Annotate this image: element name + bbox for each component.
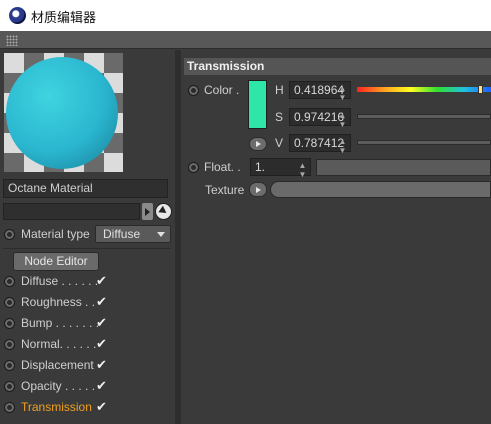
channel-row-roughness[interactable]: Roughness . . ✔ bbox=[0, 293, 175, 314]
channel-label[interactable]: Diffuse . . . . . . bbox=[21, 274, 98, 288]
divider bbox=[3, 248, 171, 249]
chevron-right-icon[interactable] bbox=[142, 203, 153, 220]
grip-dots-icon[interactable] bbox=[6, 35, 18, 46]
material-type-select[interactable]: Diffuse bbox=[95, 225, 171, 243]
channel-row-displacement[interactable]: Displacement ✔ bbox=[0, 356, 175, 377]
channel-label[interactable]: Opacity . . . . . bbox=[21, 379, 95, 393]
channel-row-normal[interactable]: Normal. . . . . . ✔ bbox=[0, 335, 175, 356]
arrow-cursor-icon[interactable] bbox=[155, 203, 172, 220]
channel-radio[interactable] bbox=[4, 381, 15, 392]
material-type-value: Diffuse bbox=[103, 227, 141, 241]
checkmark-icon[interactable]: ✔ bbox=[96, 273, 107, 289]
channel-radio[interactable] bbox=[4, 297, 15, 308]
checkmark-icon[interactable]: ✔ bbox=[96, 294, 107, 310]
saturation-label: S bbox=[275, 110, 284, 124]
checkmark-icon[interactable]: ✔ bbox=[96, 336, 107, 352]
cinema4d-logo-icon bbox=[9, 7, 26, 24]
attributes-panel bbox=[181, 50, 491, 424]
texture-arrow-icon[interactable] bbox=[249, 182, 267, 197]
channel-row-transmission[interactable]: Transmission ✔ bbox=[0, 398, 175, 419]
material-name-field[interactable]: Octane Material bbox=[3, 179, 168, 198]
channel-label[interactable]: Bump . . . . . . . bbox=[21, 316, 99, 330]
spinner-icon[interactable]: ▲▼ bbox=[338, 84, 347, 102]
channel-radio[interactable] bbox=[4, 318, 15, 329]
material-type-label: Material type bbox=[21, 227, 90, 241]
checkmark-icon[interactable]: ✔ bbox=[96, 378, 107, 394]
saturation-value: 0.974216 bbox=[294, 110, 345, 124]
hue-label: H bbox=[275, 83, 284, 97]
channel-radio[interactable] bbox=[4, 339, 15, 350]
spinner-icon[interactable]: ▲▼ bbox=[298, 161, 307, 179]
color-swatch[interactable] bbox=[248, 80, 267, 129]
float-field[interactable]: 1. ▲▼ bbox=[250, 158, 311, 179]
hue-value: 0.418964 bbox=[294, 83, 345, 97]
hue-field[interactable]: 0.418964 ▲▼ bbox=[289, 81, 351, 102]
channel-label-active[interactable]: Transmission bbox=[21, 400, 92, 414]
checkmark-icon[interactable]: ✔ bbox=[96, 399, 107, 415]
color-label: Color . bbox=[204, 83, 240, 97]
value-label: V bbox=[275, 136, 284, 150]
float-radio[interactable] bbox=[188, 162, 199, 173]
channel-row-opacity[interactable]: Opacity . . . . . ✔ bbox=[0, 377, 175, 398]
hue-slider[interactable] bbox=[357, 87, 491, 92]
spinner-icon[interactable]: ▲▼ bbox=[338, 111, 347, 129]
color-radio[interactable] bbox=[188, 85, 199, 96]
material-preview-sphere bbox=[6, 57, 118, 169]
channel-row-diffuse[interactable]: Diffuse . . . . . . ✔ bbox=[0, 272, 175, 293]
channel-label[interactable]: Normal. . . . . . bbox=[21, 337, 96, 351]
value-slider[interactable] bbox=[357, 140, 491, 145]
section-header: Transmission bbox=[184, 58, 491, 75]
channel-radio[interactable] bbox=[4, 276, 15, 287]
expand-arrow-icon[interactable] bbox=[249, 137, 267, 151]
node-editor-button[interactable]: Node Editor bbox=[13, 252, 99, 271]
toolbar-strip bbox=[0, 31, 491, 49]
spinner-icon[interactable]: ▲▼ bbox=[338, 137, 347, 155]
float-label: Float. . bbox=[204, 160, 241, 174]
window-title: 材质编辑器 bbox=[31, 11, 97, 26]
channel-radio[interactable] bbox=[4, 360, 15, 371]
material-link-field[interactable] bbox=[3, 203, 140, 220]
value-value: 0.787412 bbox=[294, 136, 345, 150]
channel-label[interactable]: Displacement bbox=[21, 358, 94, 372]
float-value: 1. bbox=[255, 160, 266, 174]
channel-row-bump[interactable]: Bump . . . . . . . ✔ bbox=[0, 314, 175, 335]
value-field[interactable]: 0.787412 ▲▼ bbox=[289, 134, 351, 155]
saturation-field[interactable]: 0.974216 ▲▼ bbox=[289, 108, 351, 129]
material-type-radio[interactable] bbox=[4, 229, 15, 240]
channel-label[interactable]: Roughness . . bbox=[21, 295, 95, 309]
checkmark-icon[interactable]: ✔ bbox=[96, 357, 107, 373]
texture-label: Texture bbox=[205, 183, 245, 197]
texture-field[interactable] bbox=[270, 181, 491, 198]
saturation-slider[interactable] bbox=[357, 114, 491, 119]
channel-radio[interactable] bbox=[4, 402, 15, 413]
float-slider[interactable] bbox=[316, 159, 491, 176]
checkmark-icon[interactable]: ✔ bbox=[96, 315, 107, 331]
hue-slider-handle[interactable] bbox=[478, 85, 483, 94]
